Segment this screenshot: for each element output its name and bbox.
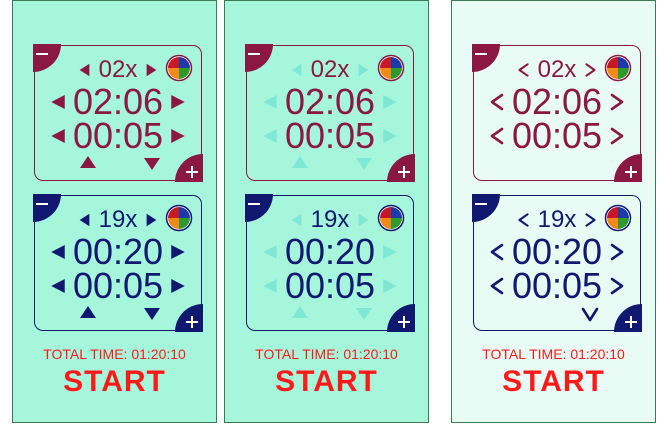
reps-right-arrow-icon[interactable]: [145, 212, 158, 228]
decrease-arrow-icon[interactable]: [143, 306, 161, 322]
rest-time-value[interactable]: 00:05: [285, 118, 375, 154]
rest-time-row: 00:05: [474, 268, 640, 304]
reps-row: 02x: [247, 58, 413, 82]
reps-right-arrow-icon[interactable]: [584, 62, 597, 78]
rest-time-value[interactable]: 00:05: [73, 118, 163, 154]
rest-time-value[interactable]: 00:05: [73, 268, 163, 304]
start-button[interactable]: START: [225, 365, 428, 399]
work-right-arrow-icon[interactable]: [169, 243, 187, 261]
bottom-timer-card: 19x 00:20 00:05: [245, 194, 415, 332]
reps-value[interactable]: 02x: [538, 58, 577, 82]
work-right-arrow-icon[interactable]: [169, 93, 187, 111]
rest-time-value[interactable]: 00:05: [285, 268, 375, 304]
reps-left-arrow-icon[interactable]: [78, 62, 91, 78]
reps-value[interactable]: 19x: [311, 208, 350, 232]
top-timer-card: 02x 02:06 00:05: [33, 44, 203, 182]
rest-right-arrow-icon[interactable]: [169, 277, 187, 295]
top-timer-card: 02x 02:06 00:05: [245, 44, 415, 182]
rest-left-arrow-icon[interactable]: [49, 277, 67, 295]
reps-right-arrow-icon: [357, 62, 370, 78]
reps-row: 19x: [247, 208, 413, 232]
rest-time-row: 00:05: [474, 118, 640, 154]
decrease-arrow-icon: [355, 306, 373, 322]
increase-arrow-icon: [291, 154, 309, 170]
reps-row: 02x: [474, 58, 640, 82]
top-timer-card: 02x 02:06 00:05: [472, 44, 642, 182]
decrease-arrow-icon: [355, 156, 373, 172]
plus-icon[interactable]: [387, 154, 415, 182]
reps-value[interactable]: 02x: [311, 58, 350, 82]
start-button[interactable]: START: [13, 365, 216, 399]
bottom-timer-card: 19x 00:20 00:05: [33, 194, 203, 332]
increase-arrow-icon[interactable]: [79, 304, 97, 320]
work-right-arrow-icon[interactable]: [608, 93, 626, 111]
plus-icon[interactable]: [614, 304, 642, 332]
plus-icon[interactable]: [175, 154, 203, 182]
rest-right-arrow-icon: [381, 277, 399, 295]
reps-left-arrow-icon[interactable]: [517, 62, 530, 78]
rest-time-row: 00:05: [247, 268, 413, 304]
total-time-label: TOTAL TIME: 01:20:10: [43, 346, 186, 362]
reps-right-arrow-icon[interactable]: [584, 212, 597, 228]
rest-left-arrow-icon: [261, 127, 279, 145]
reps-row: 02x: [35, 58, 201, 82]
timer-panel: 02x 02:06 00:05 19x 00:20 00:05 TOTAL TI…: [451, 0, 656, 423]
bottom-timer-card: 19x 00:20 00:05: [472, 194, 642, 332]
work-right-arrow-icon[interactable]: [608, 243, 626, 261]
rest-right-arrow-icon: [381, 127, 399, 145]
rest-left-arrow-icon[interactable]: [488, 277, 506, 295]
increase-arrow-icon: [291, 304, 309, 320]
reps-left-arrow-icon: [290, 212, 303, 228]
rest-left-arrow-icon[interactable]: [49, 127, 67, 145]
timer-panel: 02x 02:06 00:05 19x 00:20 00:05 TOTAL TI…: [224, 0, 429, 423]
reps-right-arrow-icon: [357, 212, 370, 228]
rest-time-row: 00:05: [247, 118, 413, 154]
plus-icon[interactable]: [614, 154, 642, 182]
total-time-label: TOTAL TIME: 01:20:10: [255, 346, 398, 362]
reps-row: 19x: [474, 208, 640, 232]
chevron-down-icon[interactable]: [581, 306, 599, 322]
work-left-arrow-icon[interactable]: [488, 93, 506, 111]
timer-panel: 02x 02:06 00:05 19x 00:20 00:05 TOTAL TI…: [12, 0, 217, 423]
reps-left-arrow-icon[interactable]: [78, 212, 91, 228]
reps-right-arrow-icon[interactable]: [145, 62, 158, 78]
rest-right-arrow-icon[interactable]: [169, 127, 187, 145]
start-button[interactable]: START: [452, 365, 655, 399]
work-left-arrow-icon[interactable]: [488, 243, 506, 261]
reps-value[interactable]: 19x: [99, 208, 138, 232]
work-left-arrow-icon[interactable]: [49, 93, 67, 111]
work-right-arrow-icon: [381, 93, 399, 111]
decrease-arrow-icon[interactable]: [143, 156, 161, 172]
total-time-label: TOTAL TIME: 01:20:10: [482, 346, 625, 362]
rest-right-arrow-icon[interactable]: [608, 277, 626, 295]
increase-arrow-icon[interactable]: [79, 154, 97, 170]
reps-value[interactable]: 19x: [538, 208, 577, 232]
work-left-arrow-icon: [261, 93, 279, 111]
reps-left-arrow-icon[interactable]: [517, 212, 530, 228]
work-left-arrow-icon: [261, 243, 279, 261]
work-right-arrow-icon: [381, 243, 399, 261]
reps-left-arrow-icon: [290, 62, 303, 78]
work-left-arrow-icon[interactable]: [49, 243, 67, 261]
plus-icon[interactable]: [387, 304, 415, 332]
plus-icon[interactable]: [175, 304, 203, 332]
rest-left-arrow-icon[interactable]: [488, 127, 506, 145]
reps-value[interactable]: 02x: [99, 58, 138, 82]
rest-time-row: 00:05: [35, 268, 201, 304]
rest-time-value[interactable]: 00:05: [512, 118, 602, 154]
rest-left-arrow-icon: [261, 277, 279, 295]
rest-time-row: 00:05: [35, 118, 201, 154]
rest-time-value[interactable]: 00:05: [512, 268, 602, 304]
rest-right-arrow-icon[interactable]: [608, 127, 626, 145]
reps-row: 19x: [35, 208, 201, 232]
